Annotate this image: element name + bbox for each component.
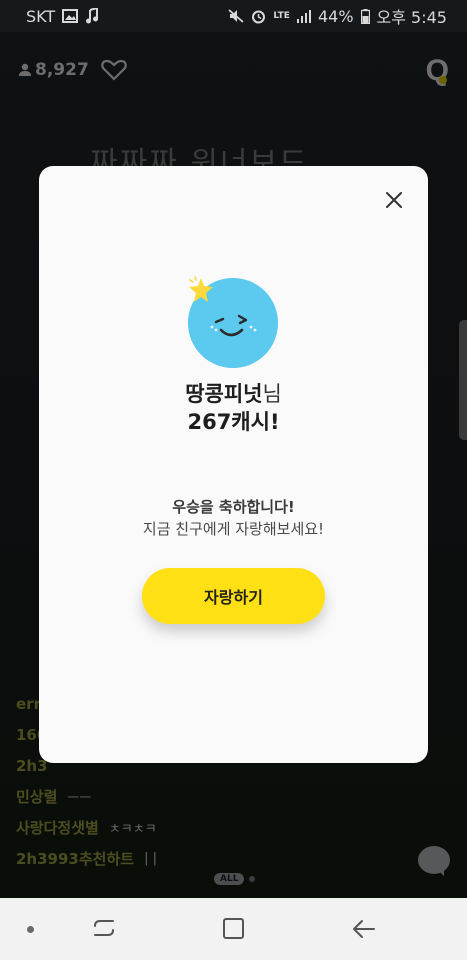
- network-label: LTE: [273, 11, 290, 21]
- brag-button[interactable]: 자랑하기: [142, 568, 325, 624]
- brag-prompt-text: 지금 친구에게 자랑해보세요!: [142, 520, 325, 538]
- battery-percent: 44%: [317, 6, 354, 26]
- star-icon: [189, 276, 213, 302]
- navigation-bar: [0, 898, 467, 960]
- winner-name-suffix: 님: [262, 382, 282, 406]
- winner-modal: 땅콩피넛님 267캐시! 우승을 축하합니다! 지금 친구에게 자랑해보세요! …: [39, 166, 428, 763]
- nav-dot-indicator: [27, 926, 34, 933]
- clock: 오후 5:45: [376, 8, 447, 27]
- status-bar: SKT LTE 44% 오후 5:45: [0, 0, 467, 32]
- music-icon: [86, 8, 99, 24]
- prize-amount: 267캐시!: [187, 410, 280, 434]
- close-icon[interactable]: [382, 188, 406, 212]
- back-icon[interactable]: [351, 917, 377, 941]
- winner-name-value: 땅콩피넛: [185, 382, 263, 406]
- battery-icon: [360, 8, 370, 24]
- carrier-label: SKT: [26, 6, 56, 26]
- mute-icon: [228, 9, 245, 23]
- congrats-text: 우승을 축하합니다!: [172, 498, 295, 516]
- signal-icon: [296, 9, 311, 23]
- winner-name: 땅콩피넛님: [39, 378, 428, 408]
- home-icon[interactable]: [221, 917, 247, 941]
- alarm-icon: [252, 10, 266, 23]
- recents-icon[interactable]: [91, 917, 117, 941]
- image-icon: [62, 9, 79, 23]
